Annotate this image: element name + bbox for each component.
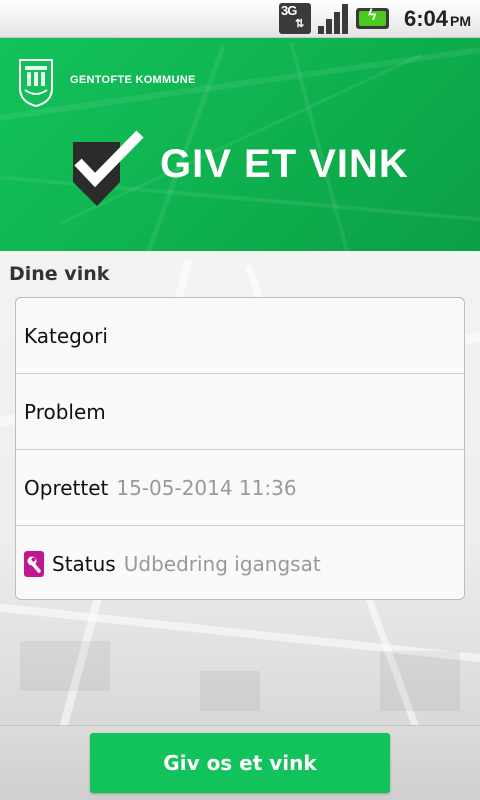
- wrench-status-icon: [24, 551, 44, 577]
- clock: 6:04 PM: [404, 6, 471, 32]
- main-content: Dine vink Kategori Problem Oprettet 15-0…: [0, 251, 480, 725]
- section-title: Dine vink: [9, 263, 110, 285]
- clock-ampm: PM: [450, 13, 471, 29]
- municipality-crest-icon: [19, 59, 53, 108]
- kategori-label: Kategori: [24, 323, 108, 348]
- kategori-row[interactable]: Kategori: [16, 298, 464, 374]
- signal-strength-icon: [318, 4, 350, 34]
- data-arrows-icon: ⇅: [295, 18, 305, 30]
- problem-label: Problem: [24, 399, 106, 424]
- clock-time: 6:04: [403, 6, 448, 31]
- status-bar: 3G ⇅ ϟ 6:04 PM: [0, 0, 480, 38]
- charging-bolt-icon: ϟ: [368, 7, 377, 24]
- oprettet-value: 15-05-2014 11:36: [116, 475, 297, 500]
- checkmark-logo-icon: [73, 130, 144, 206]
- status-value: Udbedring igangsat: [123, 552, 321, 576]
- vink-details-card: Kategori Problem Oprettet 15-05-2014 11:…: [15, 297, 465, 600]
- network-type-label: 3G: [281, 3, 297, 18]
- bottom-bar: Giv os et vink: [0, 725, 480, 800]
- app-title: GIV ET VINK: [160, 142, 409, 186]
- oprettet-row[interactable]: Oprettet 15-05-2014 11:36: [16, 450, 464, 526]
- oprettet-label: Oprettet: [24, 475, 109, 500]
- organization-name: GENTOFTE KOMMUNE: [70, 74, 196, 86]
- header-banner: GENTOFTE KOMMUNE GIV ET VINK: [0, 38, 480, 251]
- problem-row[interactable]: Problem: [16, 374, 464, 450]
- give-vink-button[interactable]: Giv os et vink: [90, 733, 390, 793]
- battery-charging-icon: ϟ: [356, 7, 389, 29]
- status-row[interactable]: Status Udbedring igangsat: [16, 526, 464, 599]
- network-3g-icon: 3G ⇅: [279, 3, 311, 34]
- status-label: Status: [52, 552, 116, 576]
